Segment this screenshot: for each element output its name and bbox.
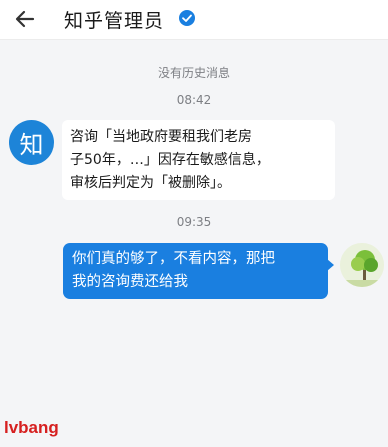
timestamp: 09:35 bbox=[176, 215, 212, 229]
top-bar: 知乎管理员 bbox=[0, 0, 388, 40]
outgoing-message-bubble[interactable]: 你们真的够了，不看内容，那把 我的咨询费还给我 bbox=[63, 243, 334, 299]
incoming-message-bubble[interactable]: 咨询「当地政府要租我们老房 子50年，…」因存在敏感信息， 审核后判定为「被删除… bbox=[62, 120, 335, 200]
zhihu-admin-avatar[interactable]: 知 bbox=[9, 120, 54, 165]
no-history-note: 没有历史消息 bbox=[157, 66, 230, 80]
message-line: 咨询「当地政府要租我们老房 bbox=[70, 129, 252, 145]
user-avatar[interactable] bbox=[340, 243, 384, 287]
chat-title: 知乎管理员 bbox=[64, 10, 165, 32]
back-button[interactable] bbox=[10, 4, 40, 34]
watermark: lvbang bbox=[4, 418, 59, 437]
message-line: 审核后判定为「被删除」。 bbox=[70, 175, 231, 191]
message-line: 我的咨询费还给我 bbox=[72, 274, 188, 290]
message-line: 子50年，…」因存在敏感信息， bbox=[70, 152, 270, 168]
verified-check-icon bbox=[179, 10, 195, 26]
message-line: 你们真的够了，不看内容，那把 bbox=[72, 251, 275, 267]
tree-avatar-icon bbox=[340, 243, 384, 287]
timestamp: 08:42 bbox=[176, 93, 212, 107]
arrow-left-icon bbox=[15, 10, 35, 28]
